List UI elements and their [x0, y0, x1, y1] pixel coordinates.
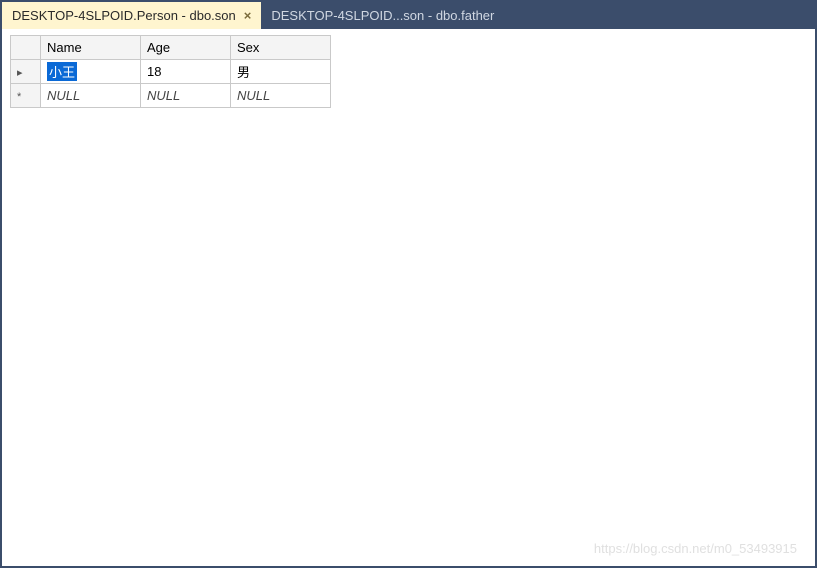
grid-body: ▸ 小王 18男 * NULL NULL NULL: [11, 60, 331, 108]
cell[interactable]: NULL: [141, 84, 231, 108]
tab-strip: DESKTOP-4SLPOID.Person - dbo.son × DESKT…: [2, 2, 815, 29]
data-grid[interactable]: Name Age Sex ▸ 小王 18男 * NULL NULL NULL: [10, 35, 331, 108]
null-value: NULL: [237, 88, 270, 103]
null-value: NULL: [47, 88, 80, 103]
table-row[interactable]: ▸ 小王 18男: [11, 60, 331, 84]
close-icon[interactable]: ×: [244, 8, 252, 23]
app-frame: DESKTOP-4SLPOID.Person - dbo.son × DESKT…: [0, 0, 817, 568]
cell[interactable]: NULL: [41, 84, 141, 108]
column-header-sex[interactable]: Sex: [231, 36, 331, 60]
header-row: Name Age Sex: [11, 36, 331, 60]
null-value: NULL: [147, 88, 180, 103]
tab-label: DESKTOP-4SLPOID.Person - dbo.son: [12, 8, 236, 23]
corner-cell[interactable]: [11, 36, 41, 60]
column-header-name[interactable]: Name: [41, 36, 141, 60]
tab-dbo-son[interactable]: DESKTOP-4SLPOID.Person - dbo.son ×: [2, 2, 261, 29]
selected-cell-value: 小王: [47, 62, 77, 81]
app-inner: DESKTOP-4SLPOID.Person - dbo.son × DESKT…: [2, 2, 815, 566]
tab-dbo-father[interactable]: DESKTOP-4SLPOID...son - dbo.father: [261, 2, 504, 29]
row-indicator-cell[interactable]: ▸: [11, 60, 41, 84]
content-area: Name Age Sex ▸ 小王 18男 * NULL NULL NULL https:/…: [2, 29, 815, 566]
cell[interactable]: 男: [231, 60, 331, 84]
cell[interactable]: 小王: [41, 60, 141, 84]
column-header-age[interactable]: Age: [141, 36, 231, 60]
cell[interactable]: 18: [141, 60, 231, 84]
row-indicator-cell[interactable]: *: [11, 84, 41, 108]
cell[interactable]: NULL: [231, 84, 331, 108]
table-row[interactable]: * NULL NULL NULL: [11, 84, 331, 108]
tab-label: DESKTOP-4SLPOID...son - dbo.father: [271, 8, 494, 23]
watermark-text: https://blog.csdn.net/m0_53493915: [594, 541, 797, 556]
row-indicator-icon: ▸: [17, 66, 23, 79]
row-indicator-icon: *: [17, 91, 21, 103]
